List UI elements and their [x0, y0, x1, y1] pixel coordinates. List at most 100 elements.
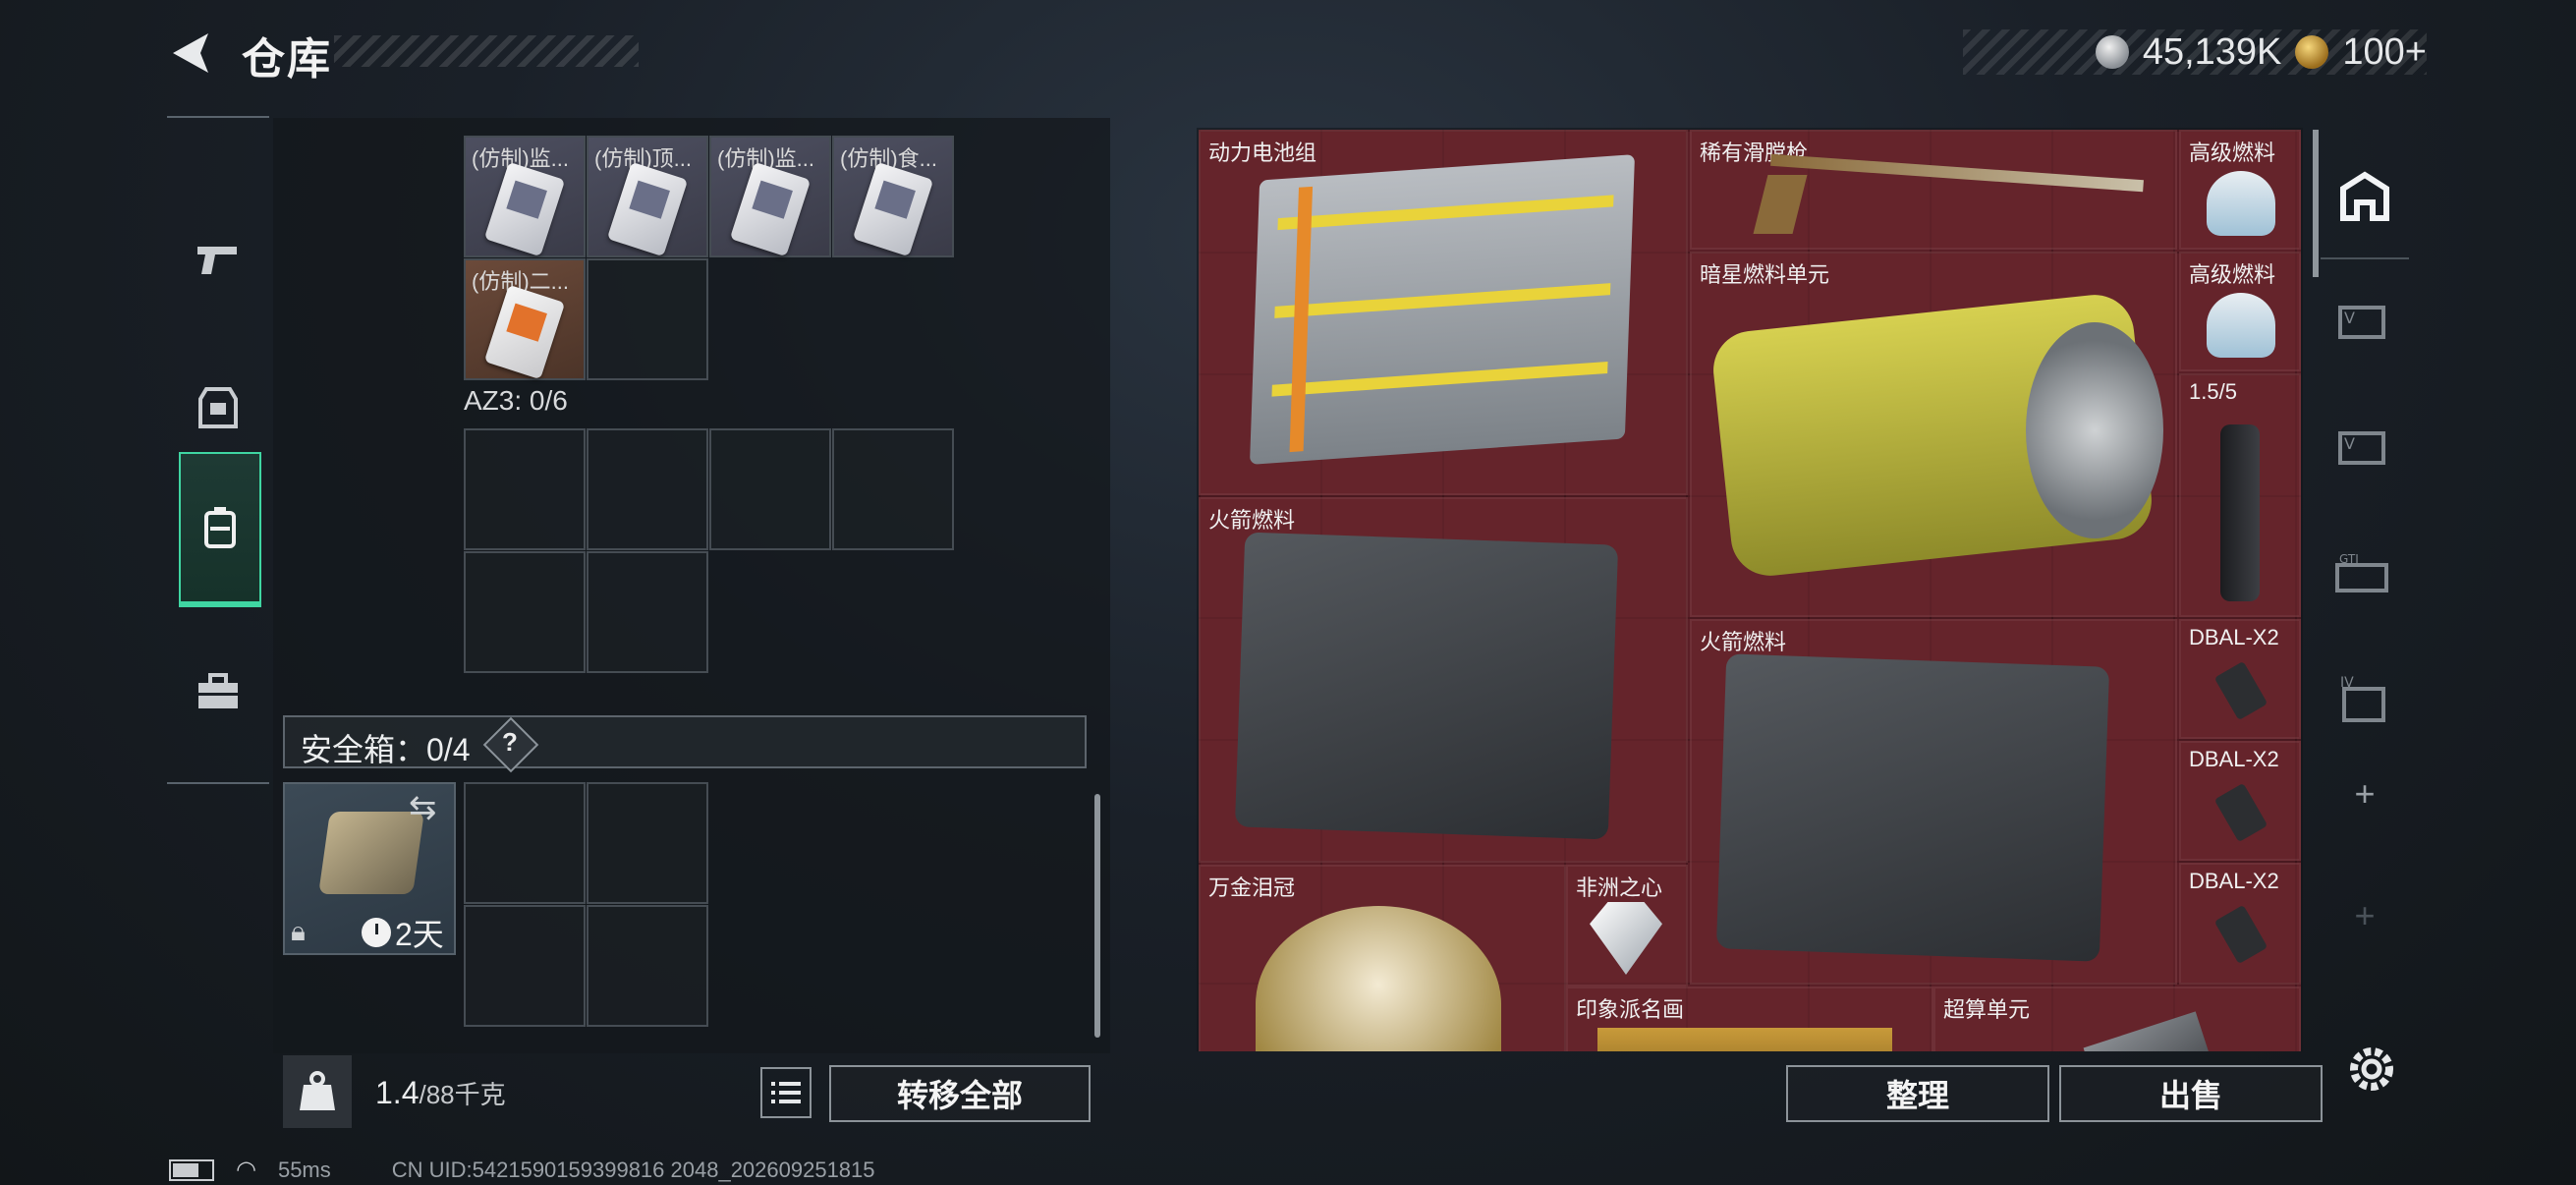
item-label: 火箭燃料 — [1700, 630, 1787, 654]
clock-icon — [362, 918, 391, 947]
backpack-icon — [204, 507, 236, 548]
empty-slot[interactable] — [587, 551, 708, 673]
stash-tab-icon: V — [2338, 431, 2385, 465]
item-label: 暗星燃料单元 — [1700, 262, 1830, 287]
keycard-icon — [729, 161, 812, 257]
stash-item[interactable]: 非洲之心 — [1566, 865, 1688, 987]
empty-slot[interactable] — [587, 905, 708, 1027]
inventory-item[interactable]: (仿制)监... — [464, 136, 586, 257]
stash-tab-icon: IV — [2340, 675, 2385, 722]
sort-button[interactable]: 整理 — [1786, 1065, 2049, 1122]
stash-scrollbar[interactable] — [2313, 130, 2319, 277]
stash-page-5[interactable]: V — [2321, 261, 2409, 383]
empty-slot[interactable] — [587, 782, 708, 904]
svg-text:V: V — [2344, 309, 2355, 327]
swap-icon[interactable]: ⇆ — [409, 788, 437, 827]
status-bar: ◠ 55ms CN UID:5421590159399816 2048_2026… — [169, 1156, 875, 1184]
item-label: 印象派名画 — [1576, 997, 1685, 1022]
item-label: DBAL-X2 — [2189, 869, 2279, 893]
empty-slot[interactable] — [709, 428, 831, 550]
stash-item[interactable]: 超算单元 — [1933, 987, 2301, 1051]
weight-current: 1.4 — [375, 1075, 420, 1110]
stash-item[interactable]: 动力电池组 — [1199, 130, 1688, 495]
battery-icon — [169, 1158, 214, 1181]
home-storage-icon — [2340, 171, 2389, 221]
add-page-icon[interactable]: + — [2321, 733, 2409, 855]
inventory-item[interactable]: (仿制)顶... — [587, 136, 708, 257]
stash-item[interactable]: 火箭燃料 — [1690, 619, 2177, 985]
empty-slot[interactable] — [464, 782, 586, 904]
stash-tab-icon: GTI — [2335, 552, 2388, 592]
safe-box-label: 安全箱：0/4 — [301, 732, 471, 767]
inventory-item[interactable]: (仿制)监... — [709, 136, 831, 257]
svg-text:V: V — [2344, 434, 2355, 453]
list-view-button[interactable] — [760, 1067, 812, 1118]
stash-item[interactable]: 稀有滑膛枪 — [1690, 130, 2177, 250]
lock-icon: 🔒︎ — [291, 916, 306, 946]
title-decoration — [334, 35, 639, 67]
stash-item[interactable]: 高级燃料 — [2179, 252, 2301, 371]
item-label: 高级燃料 — [2189, 141, 2276, 165]
stash-item[interactable]: 暗星燃料单元 — [1690, 252, 2177, 617]
item-label: 动力电池组 — [1208, 141, 1317, 165]
inventory-scrollbar[interactable] — [1094, 794, 1100, 1038]
timer-text: 2天 — [395, 917, 444, 952]
wifi-icon: ◠ — [236, 1157, 256, 1183]
add-page-disabled-icon: + — [2354, 895, 2376, 935]
sell-button[interactable]: 出售 — [2059, 1065, 2323, 1122]
container-capacity-label: AZ3: 0/6 — [464, 385, 568, 416]
armor-icon — [198, 387, 238, 428]
stash-item[interactable]: 万金泪冠 — [1199, 865, 1566, 1051]
item-label: DBAL-X2 — [2189, 625, 2279, 649]
briefcase-icon — [198, 673, 238, 708]
back-arrow-icon[interactable] — [165, 28, 216, 79]
inventory-item[interactable]: (仿制)食... — [832, 136, 954, 257]
rental-timer: 2天 — [362, 910, 444, 955]
stash-item[interactable]: 高级燃料 — [2179, 130, 2301, 250]
svg-text:GTI: GTI — [2339, 552, 2359, 566]
settings-gear-icon[interactable] — [2342, 1040, 2401, 1099]
page-title: 仓库 — [242, 35, 332, 84]
item-label: 1.5/5 — [2189, 379, 2237, 404]
item-label: 超算单元 — [1943, 997, 2031, 1022]
item-label: 火箭燃料 — [1208, 508, 1296, 533]
transfer-all-button[interactable]: 转移全部 — [829, 1065, 1091, 1122]
stash-item[interactable]: DBAL-X2 — [2179, 619, 2301, 739]
stash-item[interactable]: 1.5/5 — [2179, 373, 2301, 617]
help-question-mark: ? — [502, 727, 518, 757]
keycard-icon — [606, 161, 689, 257]
case-category-tab[interactable] — [167, 619, 269, 766]
stash-page-5b[interactable]: V — [2321, 387, 2409, 509]
keycard-icon — [483, 161, 566, 257]
item-label: DBAL-X2 — [2189, 747, 2279, 771]
keycard-icon — [852, 161, 934, 257]
stash-page-rail: V V GTI IV + + — [2321, 128, 2409, 1051]
stash-item[interactable]: 火箭燃料 — [1199, 497, 1688, 863]
currency-bar: 45,139K 100+ — [1963, 29, 2427, 75]
inventory-item[interactable]: (仿制)二... — [464, 258, 586, 380]
stash-tab-icon: V — [2338, 306, 2385, 339]
ping-text: 55ms — [277, 1157, 331, 1182]
weight-icon — [283, 1055, 352, 1128]
empty-slot[interactable] — [587, 428, 708, 550]
gold-coin-icon — [2295, 35, 2329, 69]
empty-slot[interactable] — [464, 428, 586, 550]
stash-page-gti[interactable]: GTI — [2321, 513, 2409, 635]
empty-slot[interactable] — [464, 905, 586, 1027]
stash-page-home[interactable] — [2321, 136, 2409, 259]
uid-text: CN UID:5421590159399816 2048_20260925181… — [391, 1157, 875, 1182]
silver-coin-icon — [2095, 35, 2129, 69]
backpack-category-tab[interactable] — [179, 452, 261, 607]
weapon-category-tab[interactable] — [167, 187, 269, 334]
svg-text:IV: IV — [2340, 675, 2354, 691]
gold-amount[interactable]: 100+ — [2342, 31, 2427, 74]
item-label: 万金泪冠 — [1208, 875, 1296, 900]
category-rail — [167, 116, 269, 784]
stash-item[interactable]: DBAL-X2 — [2179, 741, 2301, 861]
stash-item[interactable]: 印象派名画 — [1566, 987, 1933, 1051]
empty-slot[interactable] — [587, 258, 708, 380]
empty-slot[interactable] — [832, 428, 954, 550]
item-label: 高级燃料 — [2189, 262, 2276, 287]
empty-slot[interactable] — [464, 551, 586, 673]
stash-item[interactable]: DBAL-X2 — [2179, 863, 2301, 985]
